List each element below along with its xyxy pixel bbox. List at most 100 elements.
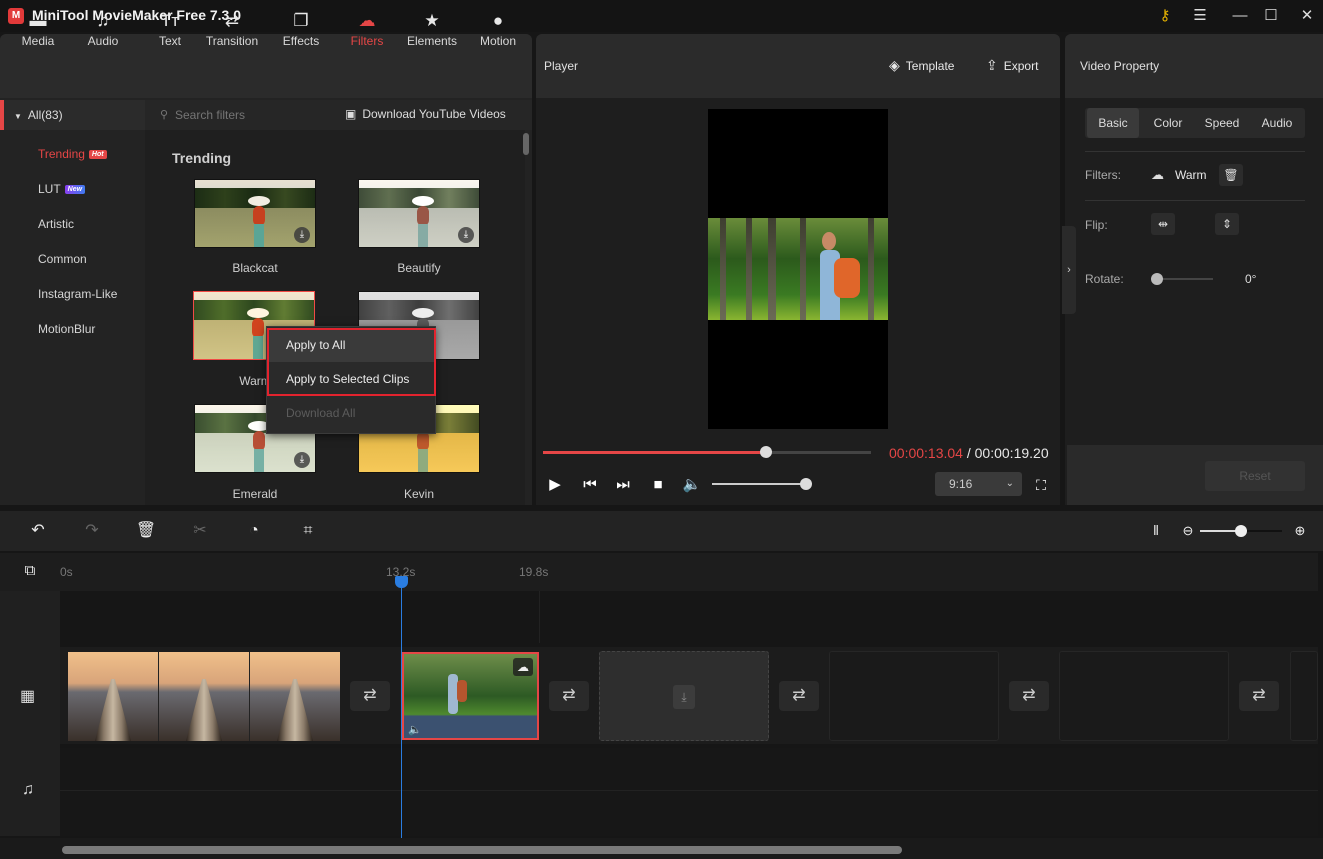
tab-media[interactable]: ▬ Media	[6, 8, 70, 58]
stop-icon[interactable]: ■	[648, 475, 668, 495]
filter-grid-scrollbar[interactable]	[523, 133, 529, 155]
tab-effects[interactable]: ❐ Effects	[269, 8, 333, 58]
video-clip-forest-selected[interactable]: ☁ 🔈	[402, 652, 539, 740]
flip-horizontal-icon[interactable]: ⇹	[1151, 213, 1175, 235]
download-icon[interactable]: ⤓	[294, 227, 310, 243]
zoom-out-icon[interactable]: ⊖	[1177, 520, 1199, 542]
menu-icon[interactable]: ☰	[1186, 4, 1214, 28]
zoom-in-icon[interactable]: ⊕	[1289, 520, 1311, 542]
download-icon[interactable]: ⤓	[458, 227, 474, 243]
fullscreen-icon[interactable]: ⛶	[1031, 475, 1051, 495]
collapse-panel-toggle[interactable]: ›	[1062, 226, 1076, 314]
delete-filter-icon[interactable]: 🗑	[1219, 164, 1243, 186]
download-youtube-button[interactable]: ▣ Download YouTube Videos	[345, 107, 506, 121]
tab-motion[interactable]: ● Motion	[466, 8, 530, 58]
category-all[interactable]: ▼ All(83)	[0, 100, 145, 130]
transition-slot-icon[interactable]: ⇄	[549, 681, 589, 711]
overlay-track	[60, 591, 1318, 643]
reset-button[interactable]: Reset	[1205, 461, 1305, 491]
category-lut[interactable]: LUT New	[38, 182, 86, 196]
caret-down-icon: ▼	[14, 112, 22, 121]
tab-label: Media	[21, 34, 55, 48]
rotate-value: 0°	[1245, 272, 1257, 286]
tab-speed[interactable]: Speed	[1196, 108, 1248, 138]
category-motionblur[interactable]: MotionBlur	[38, 322, 95, 336]
tab-label: Elements	[406, 34, 458, 48]
video-clip-bridge[interactable]	[68, 652, 340, 741]
tab-elements[interactable]: ★ Elements	[400, 8, 464, 58]
flip-vertical-icon[interactable]: ⇕	[1215, 213, 1239, 235]
time-separator: /	[962, 445, 975, 461]
undo-icon[interactable]: ↶	[27, 520, 49, 542]
export-icon: ⇪	[986, 57, 998, 73]
play-icon[interactable]: ▶	[545, 475, 565, 495]
delete-icon[interactable]: 🗑	[135, 520, 157, 542]
add-track-icon[interactable]: ⧉	[20, 561, 40, 581]
ruler-tick: 19.8s	[519, 565, 549, 579]
maximize-icon[interactable]: ☐	[1257, 4, 1285, 28]
player-header	[536, 34, 1060, 98]
empty-clip-slot[interactable]	[1290, 651, 1318, 741]
tab-audio-property[interactable]: Audio	[1251, 108, 1303, 138]
effects-icon: ❐	[293, 11, 309, 30]
fit-to-timeline-icon[interactable]: ⦀	[1145, 520, 1167, 542]
timeline-zoom-handle[interactable]	[1235, 525, 1247, 537]
tab-transition[interactable]: ⇄ Transition	[200, 8, 264, 58]
transition-slot-icon[interactable]: ⇄	[779, 681, 819, 711]
rotate-handle[interactable]	[1151, 273, 1163, 285]
empty-clip-slot[interactable]	[829, 651, 999, 741]
player-title: Player	[544, 59, 579, 73]
filters-label: Filters:	[1085, 168, 1121, 182]
transition-slot-icon[interactable]: ⇄	[1239, 681, 1279, 711]
close-icon[interactable]: ✕	[1293, 4, 1321, 28]
tab-label: Filters	[350, 34, 384, 48]
current-time: 00:00:13.04	[889, 445, 963, 461]
filter-label: Beautify	[397, 261, 441, 275]
timeline-ruler[interactable]	[0, 553, 1318, 591]
empty-clip-slot[interactable]	[1059, 651, 1229, 741]
timeline-horizontal-scrollbar[interactable]	[62, 846, 902, 854]
template-button[interactable]: ◈ Template	[889, 57, 954, 74]
drop-media-slot[interactable]: ⤓	[599, 651, 769, 741]
upgrade-key-icon[interactable]: ⚷	[1151, 4, 1179, 28]
transition-slot-icon[interactable]: ⇄	[350, 681, 390, 711]
speed-gauge-icon[interactable]: ◔	[243, 520, 265, 542]
clip-audio-icon[interactable]: 🔈	[408, 723, 422, 736]
next-frame-icon[interactable]: ⏭	[613, 475, 633, 495]
filter-thumb-beautify[interactable]: ⤓	[358, 179, 480, 248]
category-all-label: All(83)	[27, 108, 63, 122]
category-instagram-like[interactable]: Instagram-Like	[38, 287, 117, 301]
tab-text[interactable]: Tт Text	[138, 8, 202, 58]
minimize-icon[interactable]: —	[1226, 4, 1254, 28]
volume-icon[interactable]: 🔈	[682, 475, 702, 495]
folder-icon: ▬	[29, 11, 47, 30]
ruler-tick: 0s	[60, 565, 73, 579]
download-icon[interactable]: ⤓	[294, 452, 310, 468]
tab-basic[interactable]: Basic	[1087, 108, 1139, 138]
tab-filters[interactable]: ☁ Filters	[335, 8, 399, 58]
search-input[interactable]	[175, 106, 325, 124]
crop-icon[interactable]: ⌗	[297, 520, 319, 542]
volume-handle[interactable]	[800, 478, 812, 490]
export-label: Export	[1003, 59, 1039, 73]
search-icon: ⚲	[160, 109, 169, 121]
category-trending[interactable]: Trending Hot	[38, 147, 107, 161]
transition-slot-icon[interactable]: ⇄	[1009, 681, 1049, 711]
seek-handle[interactable]	[760, 446, 773, 458]
playhead-handle[interactable]	[395, 576, 408, 588]
category-common[interactable]: Common	[38, 252, 87, 266]
rotate-label: Rotate:	[1085, 272, 1124, 286]
category-artistic[interactable]: Artistic	[38, 217, 74, 231]
aspect-ratio-select[interactable]: 9:16 ⌄	[935, 472, 1022, 496]
category-label: LUT	[38, 182, 61, 196]
volume-slider[interactable]	[712, 483, 806, 485]
previous-frame-icon[interactable]: ⏮	[580, 475, 600, 495]
filter-applied-icon: ☁	[513, 658, 533, 676]
chevron-right-icon: ›	[1067, 264, 1071, 276]
rotate-slider[interactable]	[1157, 278, 1213, 280]
filter-thumb-blackcat[interactable]: ⤓	[194, 179, 316, 248]
tab-label: Motion	[479, 34, 517, 48]
export-button[interactable]: ⇪ Export	[986, 57, 1038, 74]
tab-color[interactable]: Color	[1143, 108, 1193, 138]
tab-audio[interactable]: ♫ Audio	[71, 8, 135, 58]
